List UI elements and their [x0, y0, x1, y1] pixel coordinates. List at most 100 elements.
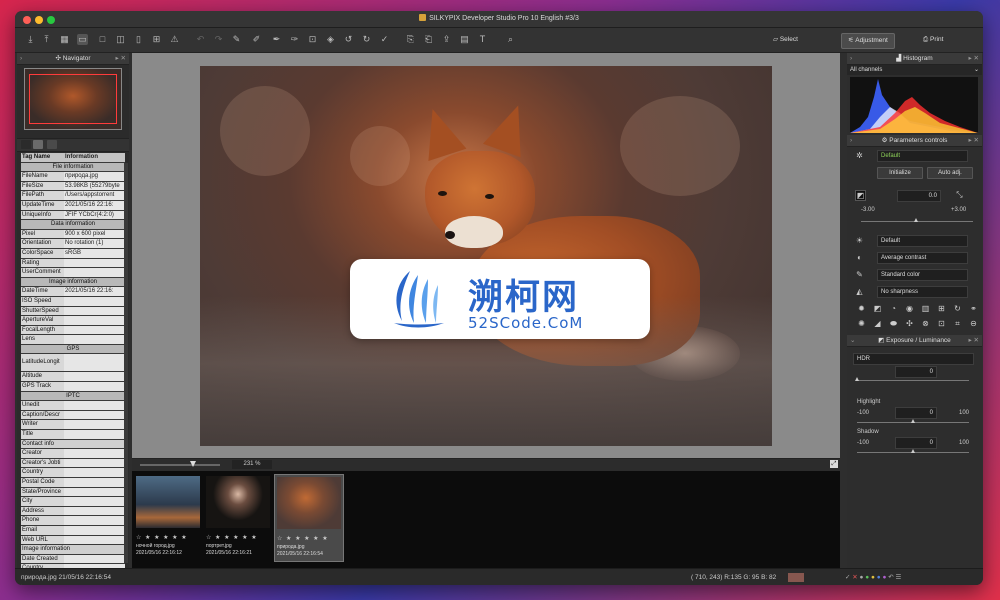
tool-icon[interactable]: ✣	[905, 319, 914, 328]
tab-comment-icon[interactable]	[33, 140, 43, 149]
info-row[interactable]: Caption/Descr	[21, 410, 125, 421]
info-row[interactable]: Country	[21, 468, 125, 478]
info-row[interactable]: Creator	[21, 449, 125, 459]
exposure-icon[interactable]: ◩	[855, 190, 866, 201]
info-value[interactable]	[64, 525, 125, 535]
info-row[interactable]: Address	[21, 506, 125, 517]
color-dropper-icon[interactable]: ✎	[855, 270, 864, 279]
info-row[interactable]: Unedit	[21, 401, 125, 411]
tool-icon[interactable]: ▥	[921, 304, 930, 313]
info-value[interactable]	[64, 487, 125, 497]
film-thumb-selected[interactable]: ☆ ★ ★ ★ ★ ★ природа.jpg 2021/05/16 22:16…	[274, 474, 344, 562]
info-row[interactable]: GPS Track	[21, 382, 125, 392]
panel-close-icon[interactable]: ▸ ✕	[115, 53, 126, 64]
info-value[interactable]	[64, 430, 125, 439]
info-value[interactable]: 2021/05/16 22:16:	[64, 200, 125, 210]
print-mode-button[interactable]: ⎙ Print	[917, 33, 949, 47]
layers-icon[interactable]: ◈	[325, 34, 336, 45]
main-photo[interactable]	[200, 66, 772, 446]
info-row[interactable]: Creator's Jobti	[21, 458, 125, 469]
zoom-slider[interactable]	[140, 461, 220, 467]
info-row[interactable]: Lens	[21, 335, 125, 345]
auto-adjust-button[interactable]: Auto adj.	[927, 167, 973, 179]
white-balance-icon[interactable]: ☀	[855, 236, 864, 245]
info-value[interactable]	[64, 516, 125, 525]
close-window-button[interactable]	[23, 16, 31, 24]
info-value[interactable]	[64, 478, 125, 487]
initialize-button[interactable]: Initialize	[877, 167, 923, 179]
info-value[interactable]	[64, 535, 125, 545]
tool-icon[interactable]: ⊞	[937, 304, 946, 313]
grid-overlay-icon[interactable]: ⊞	[151, 34, 162, 45]
info-row[interactable]: Postal Code	[21, 478, 125, 488]
info-row[interactable]: UpdateTime 2021/05/16 22:16:	[21, 200, 125, 211]
crop-icon[interactable]: ⊡	[307, 34, 318, 45]
info-row[interactable]: Email	[21, 525, 125, 536]
tool-icon[interactable]: ◢	[873, 319, 882, 328]
film-thumb[interactable]: ☆ ★ ★ ★ ★ ★ портрет.jpg 2021/05/16 22:16…	[204, 474, 272, 560]
contrast-select[interactable]: Average contrast	[877, 252, 968, 264]
collapse-icon[interactable]: ›	[850, 135, 852, 146]
exposure-slider-thumb[interactable]	[914, 218, 918, 222]
preset-select[interactable]: Default	[877, 150, 968, 162]
tool-icon[interactable]: ⊖	[969, 319, 978, 328]
zoom-search-icon[interactable]: ⌕	[505, 34, 516, 45]
single-view-icon[interactable]: ▭	[77, 34, 88, 45]
tool-icon[interactable]: ⊡	[937, 319, 946, 328]
collapse-icon[interactable]: ›	[20, 53, 22, 64]
settings-icon[interactable]: ✲	[855, 151, 864, 160]
info-row[interactable]: FileName природа.jpg	[21, 172, 125, 182]
info-value[interactable]	[64, 316, 125, 325]
select-mode-button[interactable]: ▱ Select	[767, 33, 804, 47]
info-value[interactable]	[64, 382, 125, 391]
tool-icon[interactable]: ⌗	[953, 319, 962, 328]
share-icon[interactable]: ⇪	[441, 34, 452, 45]
info-row[interactable]: City	[21, 497, 125, 507]
develop-icon[interactable]: ▤	[459, 34, 470, 45]
info-row[interactable]: ShutterSpeed	[21, 306, 125, 317]
panel-close-icon[interactable]: ▸ ✕	[968, 53, 979, 64]
collapse-icon[interactable]: ⌄	[850, 335, 855, 346]
info-row[interactable]: Title	[21, 430, 125, 440]
contrast-icon[interactable]: ◐	[855, 253, 864, 262]
tool-icon[interactable]: ◉	[905, 304, 914, 313]
info-value[interactable]: JFIF YCbCr(4:2:0)	[64, 210, 125, 220]
info-value[interactable]	[64, 325, 125, 335]
tool-icon[interactable]: ⊗	[921, 319, 930, 328]
text-icon[interactable]: T	[477, 34, 488, 45]
preview-icon[interactable]: □	[97, 34, 108, 45]
pen-icon[interactable]: ✒	[271, 34, 282, 45]
info-value[interactable]	[64, 372, 125, 382]
compare-icon[interactable]: ◫	[115, 34, 126, 45]
sharpness-icon[interactable]: ◭	[855, 287, 864, 296]
brush-icon[interactable]: ✐	[251, 34, 262, 45]
info-row[interactable]: UniqueInfo JFIF YCbCr(4:2:0)	[21, 210, 125, 221]
redo-icon[interactable]: ↷	[213, 34, 224, 45]
info-row[interactable]: ISO Speed	[21, 296, 125, 307]
zoom-window-button[interactable]	[47, 16, 55, 24]
copy-params-icon[interactable]: ⎘	[405, 34, 416, 45]
tool-icon[interactable]: ⬬	[889, 319, 898, 328]
info-value[interactable]	[64, 296, 125, 306]
info-row[interactable]: FocalLength	[21, 325, 125, 336]
info-value[interactable]	[64, 306, 125, 316]
exposure-input[interactable]: 0.0	[897, 190, 941, 202]
fit-icon[interactable]: ⤢	[830, 460, 838, 468]
info-value[interactable]	[64, 268, 125, 277]
collapse-icon[interactable]: ›	[850, 53, 852, 64]
info-value[interactable]	[64, 354, 125, 372]
tool-icon[interactable]: ↻	[953, 304, 962, 313]
grid-view-icon[interactable]: ▦	[59, 34, 70, 45]
auto-exposure-icon[interactable]: ⤡	[955, 190, 964, 199]
tool-icon[interactable]: ✹	[857, 304, 866, 313]
info-value[interactable]	[64, 554, 125, 564]
zoom-slider-thumb[interactable]	[190, 461, 196, 467]
panel-close-icon[interactable]: ▸ ✕	[968, 135, 979, 146]
shadow-input[interactable]: 0	[895, 437, 937, 449]
rotate-right-icon[interactable]: ↻	[361, 34, 372, 45]
dropper-icon[interactable]: ✎	[231, 34, 242, 45]
info-row[interactable]: FileSize 53.98KB (55279byte	[21, 181, 125, 192]
hdr-slider[interactable]	[857, 380, 969, 381]
info-value[interactable]: природа.jpg	[64, 172, 125, 181]
tab-arrow-icon[interactable]	[21, 140, 31, 149]
